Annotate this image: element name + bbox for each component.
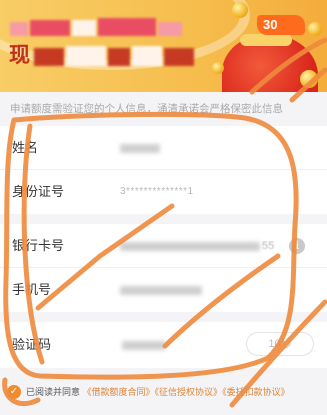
bank-card-value-blurred — [120, 242, 260, 251]
sms-code-row[interactable]: 验证码 10秒 — [0, 322, 327, 368]
phone-value-blurred — [120, 286, 202, 295]
coin-icon — [300, 70, 318, 88]
identity-group: 姓名 身份证号 3**************1 — [0, 126, 327, 214]
info-icon[interactable]: i — [289, 238, 305, 254]
blurred-headline — [164, 48, 194, 66]
id-number-value: 3**************1 — [120, 186, 194, 197]
credit-authorization-link[interactable]: 《征信授权协议》 — [155, 387, 223, 397]
agreement-row: ✓ 已阅读并同意 《借款额度合同》《征信授权协议》《委托扣款协议》 — [0, 378, 327, 408]
blurred-headline — [98, 18, 156, 36]
banner-headline-char: 现 — [9, 44, 30, 67]
blurred-headline — [108, 48, 130, 66]
debit-authorization-link[interactable]: 《委托扣款协议》 — [222, 387, 290, 397]
bank-card-value-tail: 55 — [262, 240, 275, 252]
promo-badge: 30 — [257, 15, 305, 35]
blurred-headline — [158, 22, 182, 36]
resend-code-button[interactable]: 10秒 — [246, 332, 314, 356]
blurred-headline — [10, 22, 28, 36]
bank-card-label: 银行卡号 — [12, 238, 65, 253]
check-icon[interactable]: ✓ — [7, 385, 21, 399]
coin-icon — [212, 62, 224, 74]
coin-icon — [232, 2, 248, 18]
blurred-headline — [72, 20, 96, 36]
phone-row[interactable]: 手机号 — [0, 268, 327, 312]
name-value-blurred — [120, 144, 160, 153]
privacy-notice: 申请额度需验证您的个人信息，涌清承诺会严格保密此信息 — [10, 103, 283, 115]
id-number-row[interactable]: 身份证号 3**************1 — [0, 170, 327, 214]
sms-code-label: 验证码 — [12, 337, 52, 352]
contact-group: 银行卡号 55 i 手机号 — [0, 224, 327, 312]
sms-code-value-blurred[interactable] — [122, 341, 166, 350]
blurred-headline — [34, 48, 64, 66]
blurred-headline — [66, 46, 106, 66]
verification-group: 验证码 10秒 — [0, 322, 327, 368]
coin-icon — [308, 22, 322, 36]
bank-card-row[interactable]: 银行卡号 55 i — [0, 224, 327, 268]
name-row[interactable]: 姓名 — [0, 126, 327, 170]
agreement-text: 已阅读并同意 《借款额度合同》《征信授权协议》《委托扣款协议》 — [26, 378, 290, 406]
loan-contract-link[interactable]: 《借款额度合同》 — [83, 387, 155, 397]
blurred-headline — [132, 46, 162, 66]
money-bag-tie — [240, 34, 292, 46]
blurred-headline — [30, 20, 70, 36]
agreement-prefix: 已阅读并同意 — [26, 387, 81, 397]
id-number-label: 身份证号 — [12, 184, 65, 199]
name-label: 姓名 — [12, 140, 39, 155]
phone-label: 手机号 — [12, 282, 52, 297]
promo-banner[interactable]: 现 30 — [0, 0, 327, 92]
